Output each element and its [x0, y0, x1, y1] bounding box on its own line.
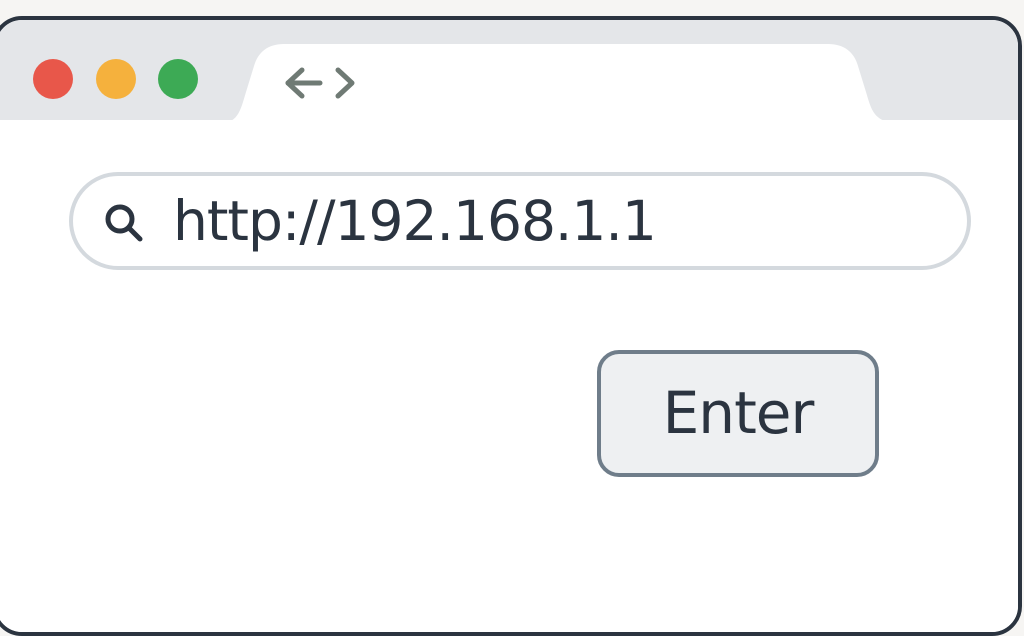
title-bar [0, 20, 1018, 124]
search-icon [105, 204, 143, 242]
address-bar[interactable]: http://192.168.1.1 [69, 172, 971, 270]
back-forward-arrows-icon[interactable] [280, 64, 360, 102]
maximize-window-button[interactable] [158, 59, 198, 99]
browser-window: http://192.168.1.1 Enter [0, 16, 1022, 636]
enter-button[interactable]: Enter [597, 350, 879, 477]
url-input[interactable]: http://192.168.1.1 [173, 176, 657, 266]
close-window-button[interactable] [33, 59, 73, 99]
page-content: http://192.168.1.1 Enter [0, 120, 1018, 632]
minimize-window-button[interactable] [96, 59, 136, 99]
